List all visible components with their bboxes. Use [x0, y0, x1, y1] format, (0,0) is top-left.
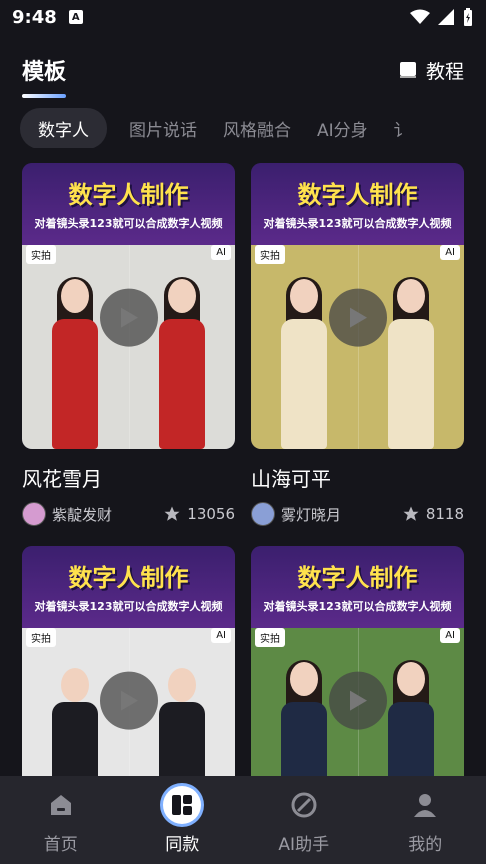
ai-badge: AI: [440, 628, 460, 643]
card-banner: 数字人制作 对着镜头录123就可以合成数字人视频: [251, 163, 464, 245]
template-card[interactable]: 数字人制作 对着镜头录123就可以合成数字人视频 实拍 AI 风花雪月 紫靛发财…: [22, 163, 235, 526]
status-bar: 9:48 A: [0, 0, 486, 34]
real-shot-badge: 实拍: [255, 245, 285, 264]
real-shot-badge: 实拍: [26, 628, 56, 647]
signal-icon: [438, 9, 454, 25]
star-icon: [164, 506, 180, 521]
notification-icon: A: [68, 10, 83, 24]
ai-badge: AI: [211, 628, 231, 643]
nav-profile-label: 我的: [408, 834, 443, 855]
title-underline: [22, 94, 66, 98]
photo-right: [357, 245, 465, 449]
likes: 13056: [163, 505, 235, 523]
nav-template[interactable]: 同款: [122, 776, 244, 864]
status-time: 9:48: [12, 6, 57, 28]
ai-badge: AI: [440, 245, 460, 260]
card-title: 山海可平: [251, 467, 331, 491]
user-icon: [406, 786, 444, 824]
tab-ai-clone[interactable]: AI分身: [313, 116, 372, 141]
card-banner: 数字人制作 对着镜头录123就可以合成数字人视频: [22, 546, 235, 628]
author-name: 雾灯晓月: [281, 505, 342, 524]
tutorial-button[interactable]: 教程: [398, 57, 464, 84]
star-icon: [403, 506, 419, 521]
home-icon: [42, 786, 80, 824]
card-thumbnail[interactable]: 数字人制作 对着镜头录123就可以合成数字人视频 实拍 AI: [251, 163, 464, 449]
wifi-icon: [410, 9, 430, 24]
tab-image-talk[interactable]: 图片说话: [125, 116, 201, 141]
banner-title: 数字人制作: [297, 181, 418, 209]
bottom-nav: 首页 同款 AI助手 我的: [0, 776, 486, 864]
banner-title: 数字人制作: [68, 181, 189, 209]
card-banner: 数字人制作 对着镜头录123就可以合成数字人视频: [22, 163, 235, 245]
tab-more[interactable]: 讠: [390, 116, 415, 141]
real-shot-badge: 实拍: [26, 245, 56, 264]
card-meta: 紫靛发财 13056: [22, 502, 235, 526]
play-icon[interactable]: [99, 671, 158, 730]
photo-left: [251, 245, 358, 449]
tutorial-label: 教程: [425, 60, 464, 83]
card-title: 风花雪月: [22, 467, 102, 491]
banner-subtitle: 对着镜头录123就可以合成数字人视频: [263, 217, 452, 230]
avatar[interactable]: [22, 502, 46, 526]
banner-subtitle: 对着镜头录123就可以合成数字人视频: [263, 600, 452, 613]
template-card[interactable]: 数字人制作 对着镜头录123就可以合成数字人视频 实拍 AI 山海可平 雾灯晓月…: [251, 163, 464, 526]
play-icon[interactable]: [328, 288, 387, 347]
page-title: 模板: [22, 60, 67, 85]
book-icon: [399, 62, 416, 78]
card-thumbnail[interactable]: 数字人制作 对着镜头录123就可以合成数字人视频 实拍 AI: [22, 163, 235, 449]
nav-template-label: 同款: [165, 834, 200, 855]
play-icon[interactable]: [328, 671, 387, 730]
ai-badge: AI: [211, 245, 231, 260]
tab-style-fusion[interactable]: 风格融合: [219, 116, 295, 141]
template-icon: [163, 785, 202, 824]
play-icon[interactable]: [99, 288, 158, 347]
category-tabs: 数字人 图片说话 风格融合 AI分身 讠: [20, 108, 486, 148]
nav-ai-assistant[interactable]: AI助手: [243, 776, 365, 864]
nav-home-label: 首页: [43, 834, 78, 855]
status-icons: [410, 8, 474, 26]
card-meta: 雾灯晓月 8118: [251, 502, 464, 526]
likes-count: 8118: [425, 505, 464, 523]
card-photo: [251, 245, 464, 449]
avatar[interactable]: [251, 502, 275, 526]
card-banner: 数字人制作 对着镜头录123就可以合成数字人视频: [251, 546, 464, 628]
likes-count: 13056: [187, 505, 235, 523]
battery-icon: [464, 8, 472, 26]
photo-right: [128, 245, 236, 449]
author-name: 紫靛发财: [52, 505, 113, 524]
photo-left: [22, 245, 129, 449]
banner-title: 数字人制作: [68, 564, 189, 592]
banner-subtitle: 对着镜头录123就可以合成数字人视频: [34, 217, 223, 230]
header: 模板 教程: [22, 50, 464, 98]
likes: 8118: [402, 505, 464, 523]
card-photo: [22, 245, 235, 449]
nav-ai-label: AI助手: [278, 834, 330, 855]
real-shot-badge: 实拍: [255, 628, 285, 647]
nav-home[interactable]: 首页: [0, 776, 122, 864]
tab-digital-human[interactable]: 数字人: [20, 108, 107, 148]
banner-subtitle: 对着镜头录123就可以合成数字人视频: [34, 600, 223, 613]
banner-title: 数字人制作: [297, 564, 418, 592]
nav-profile[interactable]: 我的: [365, 776, 486, 864]
compass-icon: [285, 786, 323, 824]
